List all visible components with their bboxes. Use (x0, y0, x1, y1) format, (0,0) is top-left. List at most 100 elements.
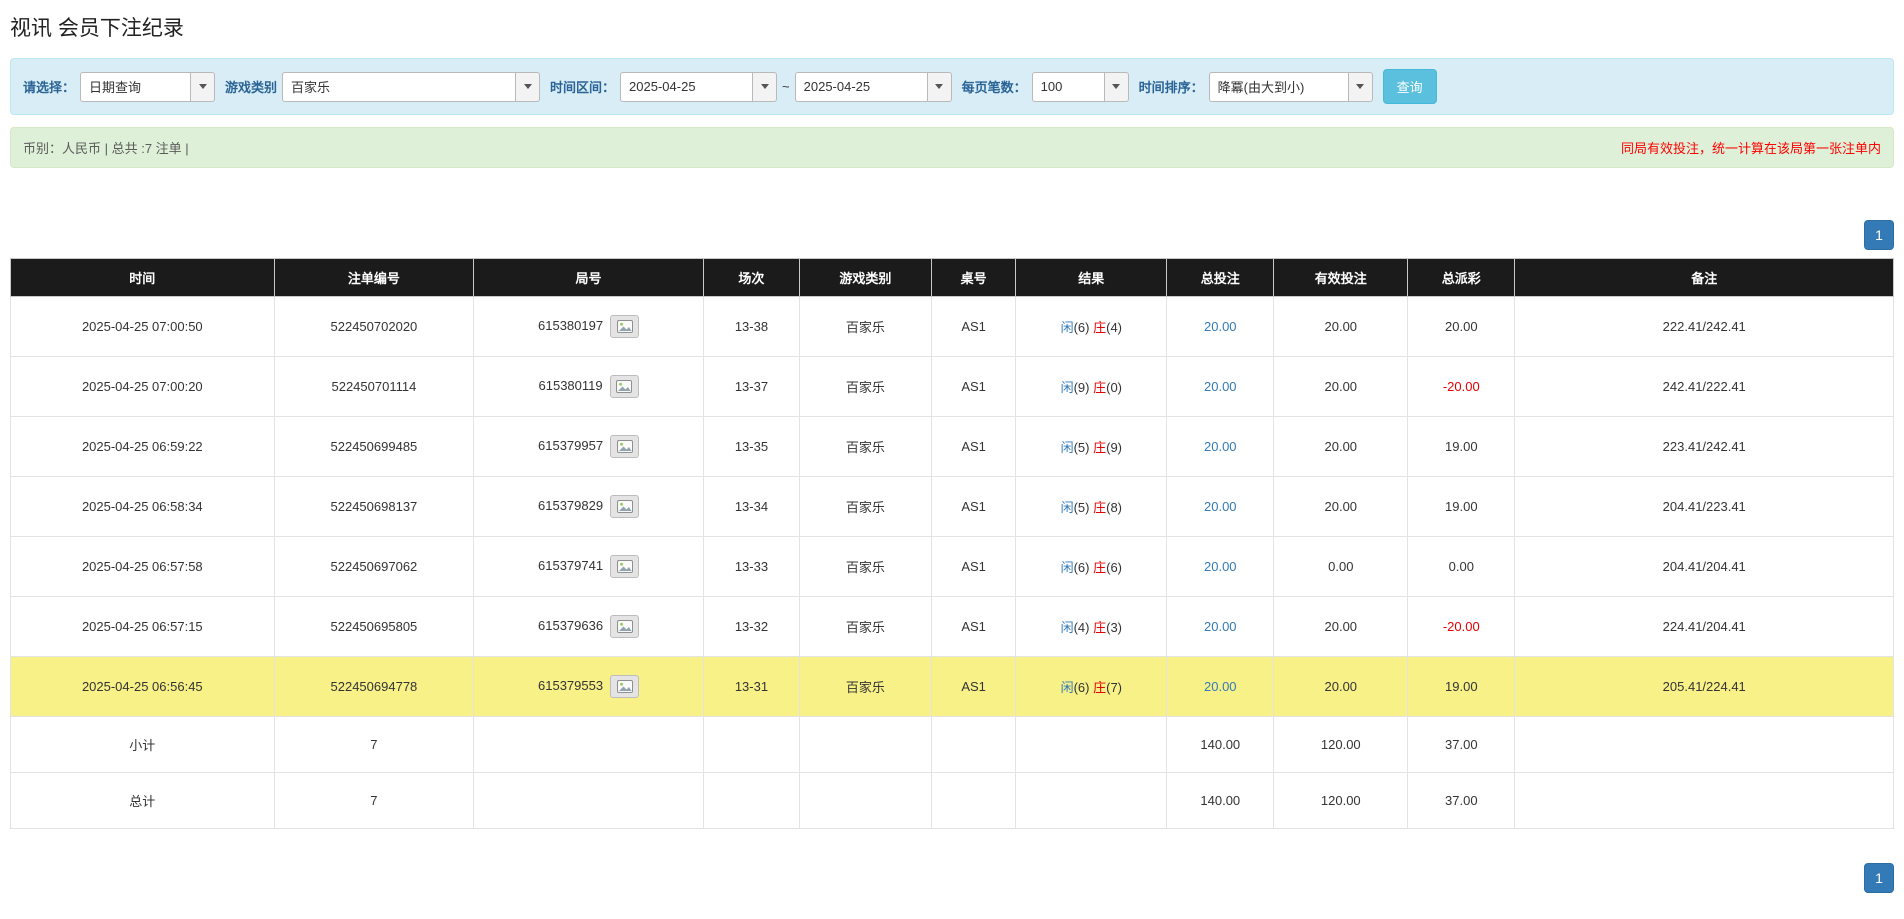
cell-table-no: AS1 (930, 416, 1017, 477)
cell-game-type: 百家乐 (798, 536, 932, 597)
cell-remark: 222.41/242.41 (1514, 296, 1894, 357)
header-total-bet: 总投注 (1166, 258, 1275, 297)
cell-session: 13-37 (702, 356, 800, 417)
grand-total-payout: 37.00 (1407, 772, 1516, 829)
cards-image-icon (616, 560, 633, 573)
cell-result: 闲(6) 庄(6) (1015, 536, 1168, 597)
total-bet-link[interactable]: 20.00 (1204, 379, 1237, 394)
date-from-input[interactable] (620, 71, 753, 102)
round-id-text: 615379741 (538, 557, 604, 573)
date-to-dropdown-button[interactable] (926, 71, 952, 102)
cards-image-icon (616, 320, 633, 333)
subtotal-count: 7 (273, 716, 475, 773)
total-bet-link[interactable]: 20.00 (1204, 559, 1237, 574)
header-result: 结果 (1015, 258, 1168, 297)
date-from-picker (620, 71, 778, 102)
page-size-input[interactable] (1031, 71, 1104, 102)
cell-payout: 19.00 (1407, 416, 1516, 477)
table-row: 2025-04-25 06:57:58 522450697062 6153797… (10, 536, 1894, 597)
cell-round-id: 615379636 (473, 596, 704, 657)
result-player-label: 闲 (1060, 320, 1074, 335)
page-1-button[interactable]: 1 (1864, 863, 1894, 893)
cell-remark: 204.41/223.41 (1514, 476, 1894, 537)
search-button[interactable]: 查询 (1382, 69, 1437, 104)
page-size-label: 每页笔数： (961, 80, 1027, 95)
game-type-input[interactable] (282, 71, 516, 102)
round-result-cards-button[interactable] (610, 675, 640, 698)
cell-result: 闲(6) 庄(4) (1015, 296, 1168, 357)
subtotal-payout: 37.00 (1407, 716, 1516, 773)
sort-label: 时间排序： (1138, 80, 1204, 95)
result-player-score: (6) (1073, 560, 1090, 575)
round-id-text: 615380197 (538, 317, 604, 333)
query-type-dropdown-button[interactable] (190, 71, 216, 102)
page-size-dropdown-button[interactable] (1103, 71, 1129, 102)
header-table-no: 桌号 (930, 258, 1017, 297)
round-result-cards-button[interactable] (609, 375, 639, 398)
cell-session: 13-35 (702, 416, 800, 477)
round-result-cards-button[interactable] (610, 615, 640, 638)
total-bet-link[interactable]: 20.00 (1204, 619, 1237, 634)
header-time: 时间 (10, 258, 275, 297)
info-bar: 币别：人民币 | 总共 :7 注单 | 同局有效投注，统一计算在该局第一张注单内 (10, 127, 1894, 168)
round-id-text: 615379636 (538, 617, 604, 633)
grand-total-count: 7 (273, 772, 475, 829)
result-player-score: (4) (1073, 620, 1090, 635)
cell-valid-bet: 20.00 (1273, 476, 1409, 537)
cell-session: 13-32 (702, 596, 800, 657)
round-result-cards-button[interactable] (610, 435, 640, 458)
cell-table-no: AS1 (930, 476, 1017, 537)
cards-image-icon (616, 500, 633, 513)
filter-bar: 请选择： 游戏类别 时间区间： ~ 每页笔数： 时间排序： (10, 58, 1894, 115)
header-bet-id: 注单编号 (273, 258, 475, 297)
cards-image-icon (616, 440, 633, 453)
cell-time: 2025-04-25 06:58:34 (10, 476, 275, 537)
round-result-cards-button[interactable] (610, 555, 640, 578)
cell-valid-bet: 20.00 (1273, 296, 1409, 357)
cell-time: 2025-04-25 06:59:22 (10, 416, 275, 477)
date-from-dropdown-button[interactable] (752, 71, 778, 102)
cell-remark: 224.41/204.41 (1514, 596, 1894, 657)
cell-result: 闲(4) 庄(3) (1015, 596, 1168, 657)
date-to-picker (794, 71, 952, 102)
sort-dropdown-button[interactable] (1347, 71, 1373, 102)
query-type-input[interactable] (80, 71, 191, 102)
sort-combobox (1208, 71, 1373, 102)
page-title: 视讯 会员下注纪录 (10, 17, 184, 40)
chevron-down-icon (1112, 84, 1121, 89)
cell-game-type: 百家乐 (798, 416, 932, 477)
header-valid-bet: 有效投注 (1273, 258, 1409, 297)
cell-payout: -20.00 (1407, 356, 1516, 417)
page-1-button[interactable]: 1 (1864, 220, 1894, 250)
result-player-label: 闲 (1060, 500, 1074, 515)
query-type-combobox (80, 71, 216, 102)
result-player-score: (9) (1073, 380, 1090, 395)
game-type-dropdown-button[interactable] (515, 71, 541, 102)
date-to-input[interactable] (794, 71, 927, 102)
total-bet-link[interactable]: 20.00 (1204, 499, 1237, 514)
result-player-score: (6) (1073, 680, 1090, 695)
cell-result: 闲(9) 庄(0) (1015, 356, 1168, 417)
cell-time: 2025-04-25 06:56:45 (10, 656, 275, 717)
cell-remark: 204.41/204.41 (1514, 536, 1894, 597)
cell-bet-id: 522450702020 (273, 296, 475, 357)
result-banker-label: 庄 (1093, 380, 1107, 395)
cell-table-no: AS1 (930, 296, 1017, 357)
total-bet-link[interactable]: 20.00 (1204, 319, 1237, 334)
result-banker-score: (9) (1106, 440, 1123, 455)
header-session: 场次 (702, 258, 800, 297)
notice-text: 同局有效投注，统一计算在该局第一张注单内 (1620, 141, 1881, 156)
cell-payout: 0.00 (1407, 536, 1516, 597)
header-remark: 备注 (1514, 258, 1894, 297)
result-player-label: 闲 (1060, 560, 1074, 575)
header-round-id: 局号 (473, 258, 704, 297)
sort-input[interactable] (1208, 71, 1348, 102)
grand-total-total-bet: 140.00 (1166, 772, 1275, 829)
game-type-label: 游戏类别 (225, 80, 278, 95)
total-bet-link[interactable]: 20.00 (1204, 439, 1237, 454)
grand-total-row: 总计 7 140.00 120.00 37.00 (10, 772, 1894, 829)
page-size-combobox (1031, 71, 1129, 102)
round-result-cards-button[interactable] (610, 315, 640, 338)
round-result-cards-button[interactable] (610, 495, 640, 518)
total-bet-link[interactable]: 20.00 (1204, 679, 1237, 694)
